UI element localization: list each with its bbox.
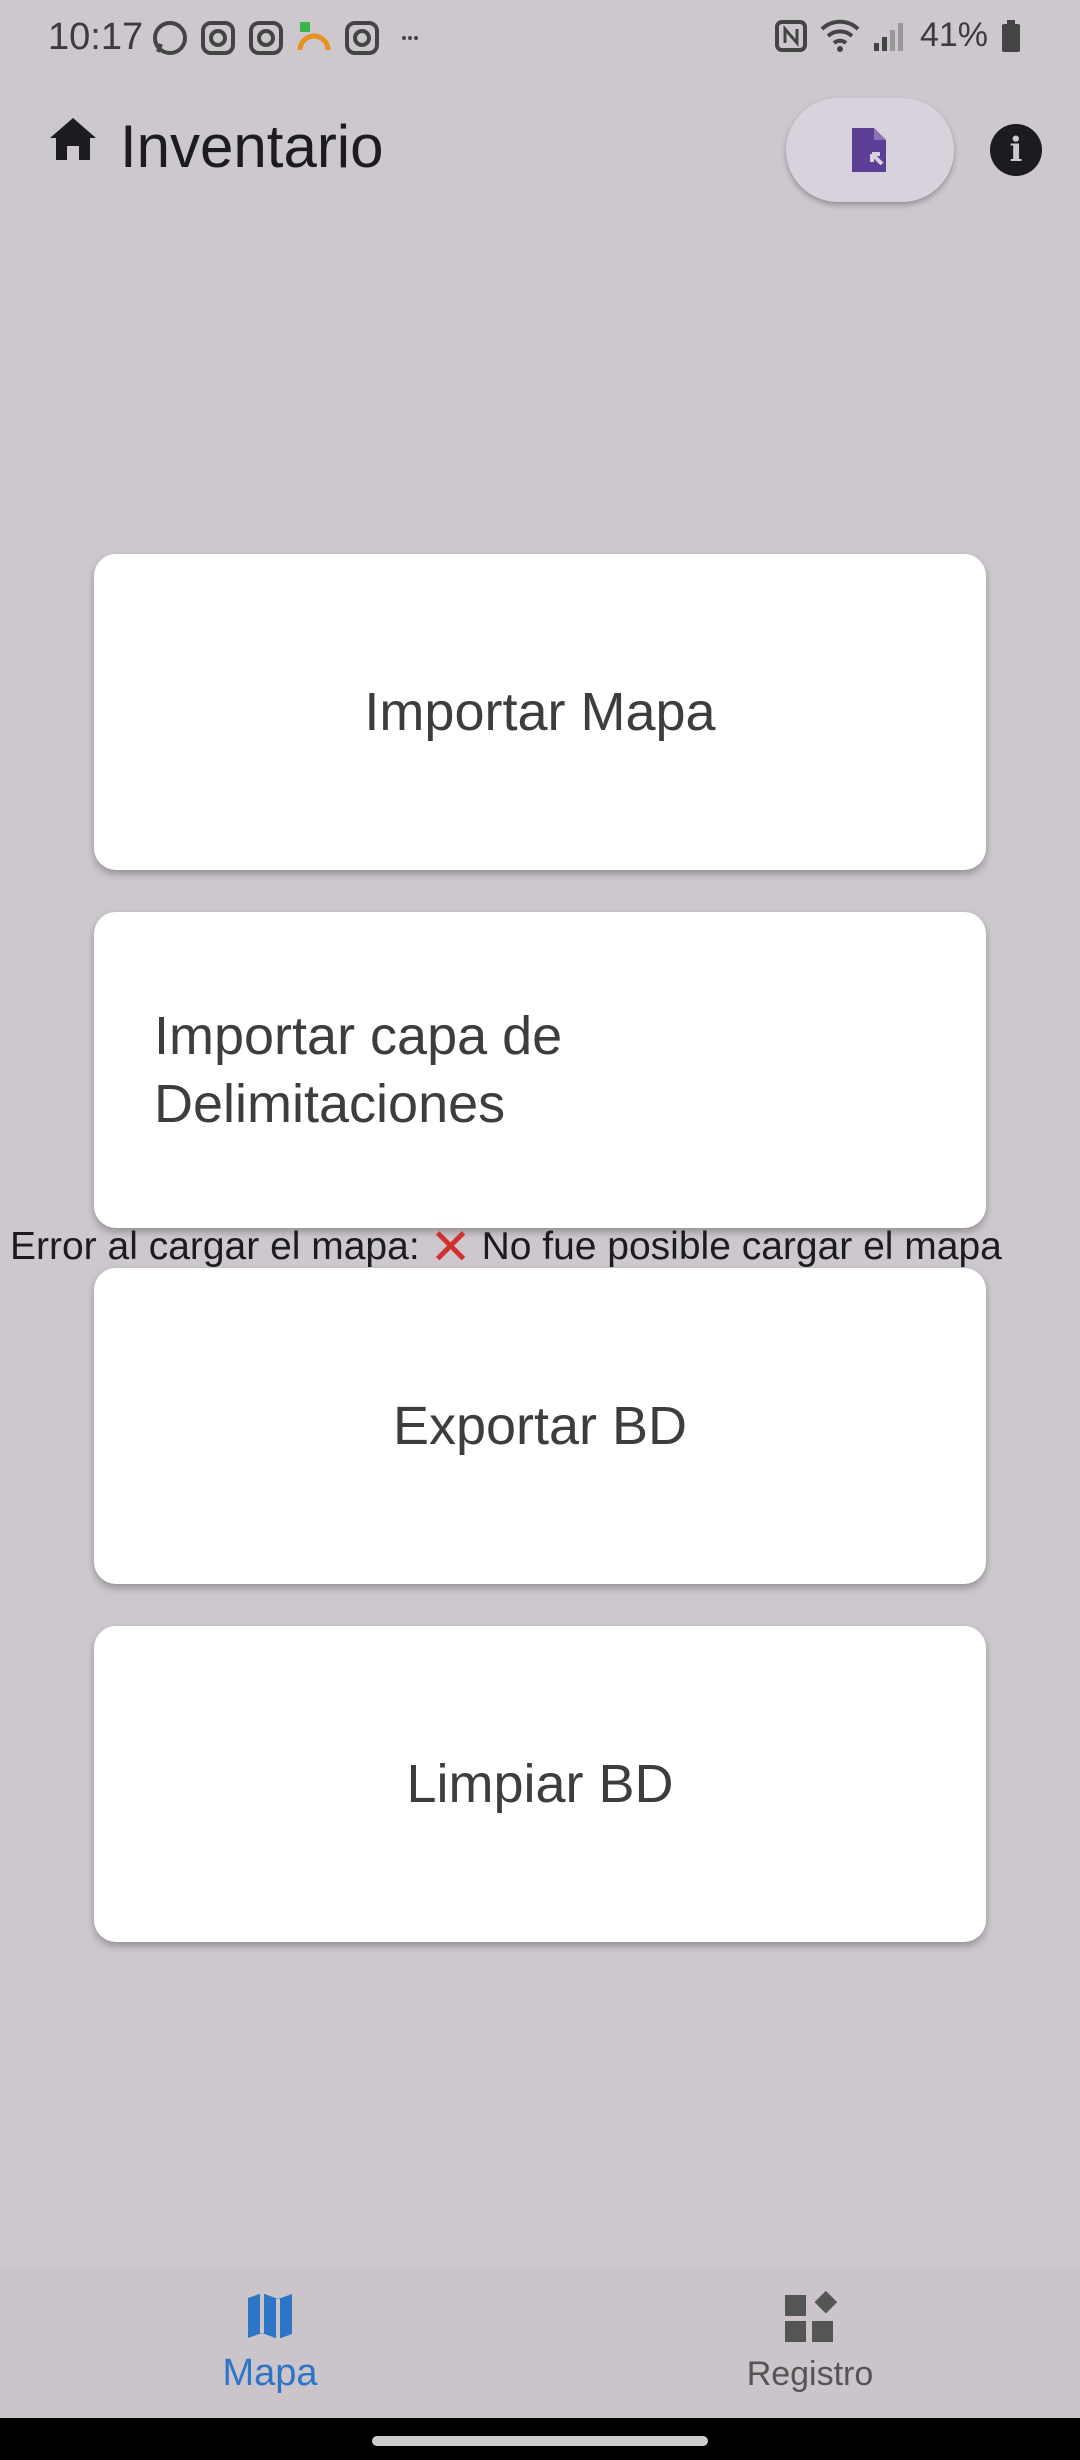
nfc-icon xyxy=(774,19,807,52)
notification-icons xyxy=(150,18,430,58)
map-icon xyxy=(248,2292,292,2339)
import-layer-label-line1: Importar capa de xyxy=(154,1006,563,1066)
instagram-icon xyxy=(345,21,379,55)
import-layer-button[interactable]: Importar capa de Delimitaciones xyxy=(94,912,986,1228)
whatsapp-icon xyxy=(153,21,187,55)
error-prefix: Error al cargar el mapa: xyxy=(10,1225,420,1268)
nav-item-registro[interactable]: Registro xyxy=(540,2266,1080,2418)
more-notifications-icon xyxy=(402,36,418,40)
signal-icon xyxy=(873,22,903,51)
nav-label-mapa: Mapa xyxy=(222,2351,318,2394)
battery-percent: 41% xyxy=(919,16,988,54)
clear-db-label: Limpiar BD xyxy=(406,1754,674,1814)
speedometer-icon xyxy=(297,22,331,51)
clear-db-button[interactable]: Limpiar BD xyxy=(94,1626,986,1942)
home-gesture-handle[interactable] xyxy=(372,2436,708,2446)
import-map-button[interactable]: Importar Mapa xyxy=(94,554,986,870)
instagram-icon xyxy=(249,21,283,55)
instagram-icon xyxy=(201,21,235,55)
wifi-icon xyxy=(820,19,860,52)
status-bar: 10:17 41% xyxy=(0,0,1080,78)
battery-icon xyxy=(1002,19,1020,52)
import-file-button[interactable] xyxy=(786,98,954,202)
page-title: Inventario xyxy=(120,113,384,180)
status-time: 10:17 xyxy=(48,16,144,58)
info-icon: i xyxy=(1009,130,1023,170)
export-db-label: Exportar BD xyxy=(392,1396,688,1456)
info-button[interactable]: i xyxy=(990,124,1042,176)
file-import-icon xyxy=(852,128,886,172)
app-bar: Inventario i xyxy=(0,80,1080,220)
bottom-navigation: Mapa Registro xyxy=(0,2266,1080,2418)
home-icon[interactable] xyxy=(48,116,98,162)
status-right: 41% xyxy=(774,16,1022,55)
system-navigation-bar xyxy=(0,2418,1080,2460)
nav-item-mapa[interactable]: Mapa xyxy=(0,2266,540,2418)
export-db-button[interactable]: Exportar BD xyxy=(94,1268,986,1584)
import-map-label: Importar Mapa xyxy=(364,682,716,742)
widgets-icon xyxy=(785,2290,837,2342)
import-layer-label: Importar capa de Delimitaciones xyxy=(154,1002,562,1138)
nav-label-registro: Registro xyxy=(746,2354,874,2393)
import-layer-label-line2: Delimitaciones xyxy=(154,1074,506,1134)
error-detail: No fue posible cargar el mapa xyxy=(481,1225,1002,1268)
